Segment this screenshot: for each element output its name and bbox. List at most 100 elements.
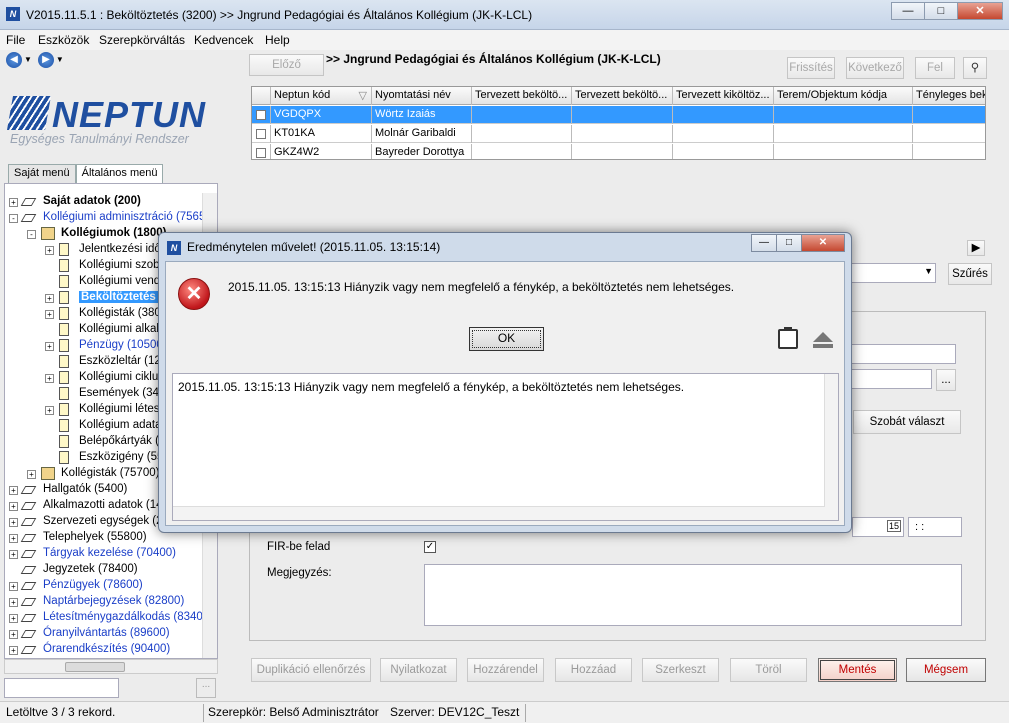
expand-icon[interactable]: + (9, 646, 18, 655)
detail-field-2[interactable] (850, 369, 932, 389)
pin-icon[interactable]: ⚲ (963, 57, 987, 79)
tree-search-button[interactable]: ... (196, 678, 216, 698)
tree-item[interactable]: Jegyzetek (78400) (5, 562, 205, 578)
save-button[interactable]: Mentés (818, 658, 897, 682)
menu-help[interactable]: Help (265, 33, 290, 47)
expand-icon[interactable]: + (27, 470, 36, 479)
grid-header-planned-movein-1[interactable]: Tervezett beköltö... (472, 87, 572, 105)
error-detail-text: 2015.11.05. 13:15:13 Hiányzik vagy nem m… (178, 380, 685, 394)
tree-item[interactable]: + Tárgyak kezelése (70400) (5, 546, 205, 562)
fir-checkbox[interactable]: ✓ (424, 541, 436, 553)
error-detail-textbox[interactable]: 2015.11.05. 13:15:13 Hiányzik vagy nem m… (172, 373, 839, 521)
delete-button[interactable]: Töröl (730, 658, 807, 682)
refresh-button[interactable]: Frissítés (787, 57, 835, 79)
expand-icon[interactable]: + (9, 534, 18, 543)
tree-item[interactable]: + Pénzügyek (78600) (5, 578, 205, 594)
table-row[interactable]: VGDQPX Wörtz Izaiás (252, 106, 985, 124)
forward-dropdown-icon[interactable]: ▼ (56, 52, 64, 68)
grid-header-planned-movein-2[interactable]: Tervezett beköltö... (572, 87, 673, 105)
grid-header-neptun-code[interactable]: Neptun kód ▽ (271, 87, 372, 105)
collapse-icon[interactable]: - (27, 230, 36, 239)
declaration-button[interactable]: Nyilatkozat (380, 658, 457, 682)
collapse-icon[interactable]: - (9, 214, 18, 223)
dialog-minimize-button[interactable]: — (751, 234, 777, 252)
detail-vertical-scrollbar[interactable] (824, 374, 838, 520)
expand-icon[interactable]: + (45, 374, 54, 383)
next-button[interactable]: Következő (846, 57, 904, 79)
cell-empty (572, 106, 673, 124)
collapse-details-icon[interactable] (812, 332, 834, 350)
room-select-button[interactable]: Szobát választ (853, 410, 961, 434)
tree-horizontal-scrollbar[interactable] (4, 659, 218, 674)
grid-header-room-code[interactable]: Terem/Objektum kódja (774, 87, 913, 105)
minimize-button[interactable]: — (891, 2, 925, 20)
row-checkbox[interactable] (256, 148, 266, 158)
tree-item[interactable]: + Naptárbejegyzések (82800) (5, 594, 205, 610)
expand-icon[interactable]: + (45, 294, 54, 303)
grid-header-actual-movein[interactable]: Tényleges bek (913, 87, 985, 105)
close-button[interactable]: ✕ (957, 2, 1003, 20)
dialog-maximize-button[interactable]: □ (776, 234, 802, 252)
expand-icon[interactable]: + (9, 486, 18, 495)
row-checkbox[interactable] (256, 129, 266, 139)
date-field[interactable]: 15 (852, 517, 904, 537)
expand-icon[interactable]: + (9, 198, 18, 207)
dialog-close-button[interactable]: ✕ (801, 234, 845, 252)
menu-role-switch[interactable]: Szerepkörváltás (99, 33, 185, 47)
prev-button[interactable]: Előző (249, 54, 324, 76)
detail-field-1[interactable] (850, 344, 956, 364)
note-textarea[interactable] (424, 564, 962, 626)
expand-icon[interactable]: + (9, 598, 18, 607)
table-row[interactable]: KT01KA Molnár Garibaldi (252, 125, 985, 143)
grid-scroll-right-icon[interactable]: ▶ (967, 240, 985, 256)
expand-icon[interactable]: + (9, 582, 18, 591)
expand-icon[interactable]: + (45, 246, 54, 255)
edit-button[interactable]: Szerkeszt (642, 658, 719, 682)
tree-item[interactable]: + Óranyilvántartás (89600) (5, 626, 205, 642)
tree-item[interactable]: + Saját adatok (200) (5, 194, 205, 210)
expand-icon[interactable]: + (9, 518, 18, 527)
folder-diamond-icon (20, 534, 37, 542)
expand-icon[interactable]: + (45, 342, 54, 351)
menu-favorites[interactable]: Kedvencek (194, 33, 253, 47)
tree-item[interactable]: - Kollégiumi adminisztráció (75650) (5, 210, 216, 226)
forward-arrow-icon[interactable]: ▶ (37, 52, 54, 68)
up-button[interactable]: Fel (915, 57, 955, 79)
filter-button[interactable]: Szűrés (948, 263, 992, 285)
menu-tools[interactable]: Eszközök (38, 33, 89, 47)
tree-item[interactable]: + Létesítménygazdálkodás (83400) (5, 610, 213, 626)
tree-search-input[interactable] (4, 678, 119, 698)
menu-bar: File Eszközök Szerepkörváltás Kedvencek … (0, 30, 1009, 50)
detail-horizontal-scrollbar[interactable] (173, 506, 825, 520)
back-dropdown-icon[interactable]: ▼ (24, 52, 32, 68)
menu-file[interactable]: File (6, 33, 25, 47)
back-arrow-icon[interactable]: ◀ (6, 52, 22, 68)
grid-header-planned-moveout[interactable]: Tervezett kiköltöz... (673, 87, 774, 105)
expand-icon[interactable]: + (9, 630, 18, 639)
assign-button[interactable]: Hozzárendel (467, 658, 544, 682)
add-button[interactable]: Hozzáad (555, 658, 632, 682)
grid-header-print-name[interactable]: Nyomtatási név (372, 87, 472, 105)
expand-icon[interactable]: + (9, 614, 18, 623)
row-checkbox[interactable] (256, 110, 266, 120)
cancel-button[interactable]: Mégsem (906, 658, 986, 682)
expand-icon[interactable]: + (45, 310, 54, 319)
expand-icon[interactable]: + (45, 406, 54, 415)
tab-general-menu[interactable]: Általános menü (75, 164, 164, 183)
table-row[interactable]: GKZ4W2 Bayreder Dorottya (252, 144, 985, 159)
detail-field-2-browse-button[interactable]: ... (936, 369, 956, 391)
tree-item[interactable]: + Órarendkészítés (90400) (5, 642, 205, 658)
filter-funnel-icon[interactable]: ▽ (359, 89, 367, 102)
tab-own-menu[interactable]: Saját menü (8, 164, 76, 183)
duplicate-check-button[interactable]: Duplikáció ellenőrzés (251, 658, 371, 682)
folder-diamond-icon (20, 614, 37, 622)
filter-select[interactable]: ▼ (850, 263, 936, 283)
expand-icon[interactable]: + (9, 502, 18, 511)
time-field[interactable]: : : (908, 517, 962, 537)
copy-to-clipboard-icon[interactable] (778, 327, 798, 349)
folder-diamond-icon (20, 566, 37, 574)
expand-icon[interactable]: + (9, 550, 18, 559)
maximize-button[interactable]: □ (924, 2, 958, 20)
calendar-icon[interactable]: 15 (886, 520, 901, 532)
ok-button[interactable]: OK (469, 327, 544, 351)
